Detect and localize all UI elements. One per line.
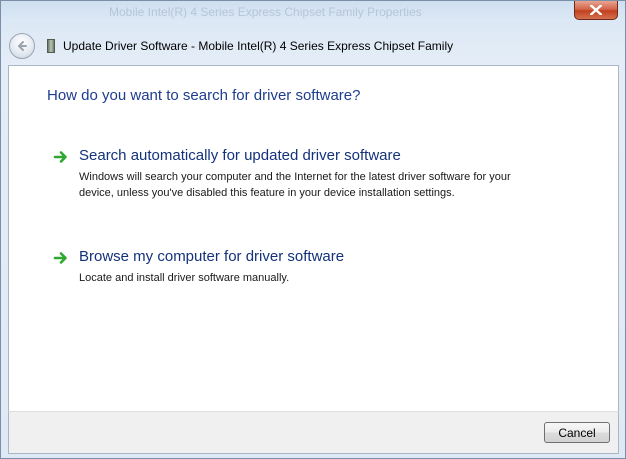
page-heading: How do you want to search for driver sof… bbox=[47, 87, 361, 104]
close-icon bbox=[590, 5, 602, 15]
cancel-button[interactable]: Cancel bbox=[544, 422, 610, 443]
option-description: Locate and install driver software manua… bbox=[79, 272, 290, 284]
option-description: Windows will search your computer and th… bbox=[79, 171, 511, 199]
option-browse-computer[interactable]: Browse my computer for driver software L… bbox=[53, 248, 523, 288]
green-arrow-icon bbox=[53, 151, 67, 163]
device-icon bbox=[47, 39, 55, 53]
back-button[interactable] bbox=[9, 33, 35, 59]
option-title: Search automatically for updated driver … bbox=[79, 147, 401, 164]
wizard-header: Update Driver Software - Mobile Intel(R)… bbox=[7, 27, 619, 65]
option-title: Browse my computer for driver software bbox=[79, 248, 345, 265]
wizard-title: Update Driver Software - Mobile Intel(R)… bbox=[63, 39, 454, 53]
green-arrow-icon bbox=[53, 252, 67, 264]
close-button[interactable] bbox=[574, 1, 618, 20]
background-window-title: Mobile Intel(R) 4 Series Express Chipset… bbox=[109, 5, 422, 19]
back-arrow-icon bbox=[18, 41, 27, 51]
dialog-footer: Cancel bbox=[8, 411, 619, 454]
dialog-window: Mobile Intel(R) 4 Series Express Chipset… bbox=[0, 0, 626, 459]
content-panel: How do you want to search for driver sof… bbox=[8, 65, 619, 411]
option-search-automatically[interactable]: Search automatically for updated driver … bbox=[53, 147, 523, 213]
